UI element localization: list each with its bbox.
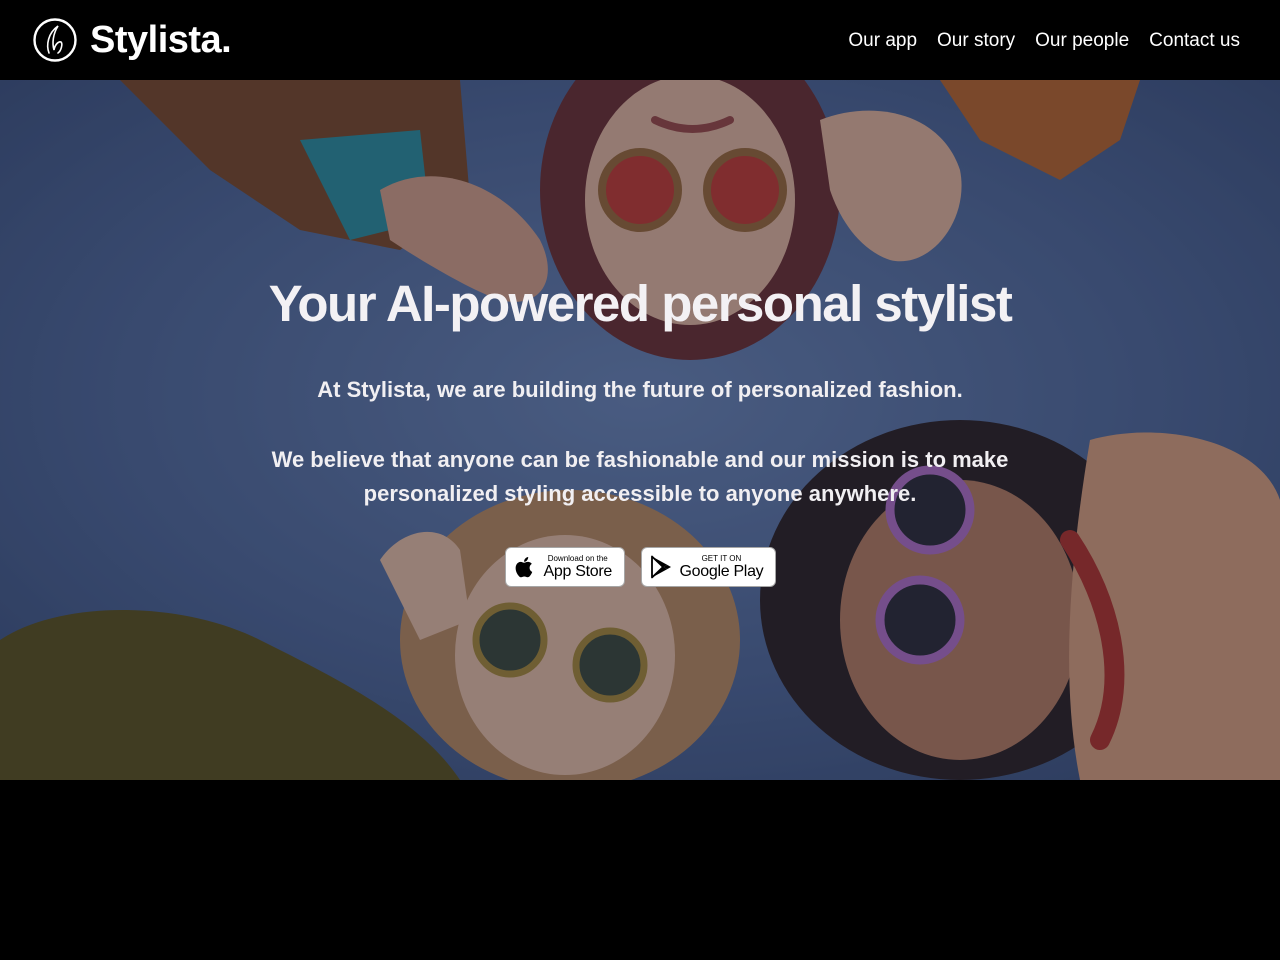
site-header: Stylista. Our app Our story Our people C… [0,0,1280,80]
hero-section: Your AI-powered personal stylist At Styl… [0,80,1280,780]
hero-title: Your AI-powered personal stylist [268,275,1013,332]
hero-mission: We believe that anyone can be fashionabl… [271,447,1009,506]
nav-our-story[interactable]: Our story [937,31,1015,50]
hero-subtitle: At Stylista, we are building the future … [317,377,963,402]
app-store-badge[interactable]: Download on the App Store [504,547,625,587]
stylista-logo-icon [33,18,77,62]
main-nav: Our app Our story Our people Contact us [848,31,1240,50]
google-play-small-label: GET IT ON [701,554,742,563]
google-play-label: Google Play [679,563,764,580]
hero-overlay [0,80,1280,780]
store-badges: Download on the App Store GET IT ON Goog… [0,547,1280,587]
apple-icon [515,557,532,578]
brand-home-link[interactable]: Stylista. [32,17,232,63]
google-play-badge[interactable]: GET IT ON Google Play [640,547,776,587]
nav-contact-us[interactable]: Contact us [1149,31,1240,50]
app-store-small-label: Download on the [547,554,608,563]
page-bottom-area [0,780,1280,960]
google-play-icon [650,555,671,579]
brand-name: Stylista. [90,19,232,61]
app-store-label: App Store [543,563,613,580]
nav-our-people[interactable]: Our people [1035,31,1129,50]
nav-our-app[interactable]: Our app [848,31,917,50]
